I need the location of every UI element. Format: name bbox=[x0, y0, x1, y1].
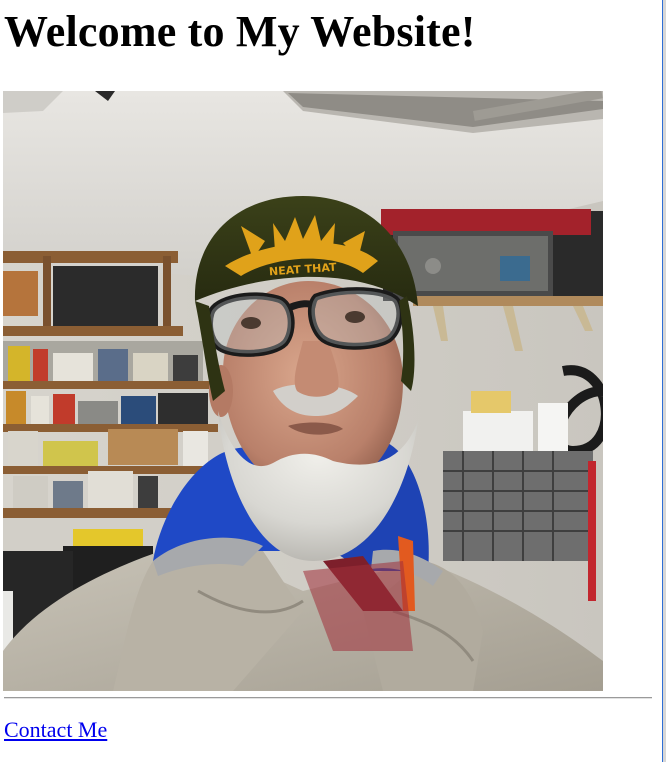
page-body: Welcome to My Website! NEAT THAT Contact… bbox=[0, 0, 660, 762]
contact-me-link[interactable]: Contact Me bbox=[4, 716, 107, 744]
profile-photo: NEAT THAT bbox=[3, 91, 603, 691]
portrait-image: NEAT THAT bbox=[3, 91, 603, 691]
window-edge bbox=[661, 0, 666, 762]
divider bbox=[4, 697, 652, 699]
page-title: Welcome to My Website! bbox=[4, 7, 476, 56]
